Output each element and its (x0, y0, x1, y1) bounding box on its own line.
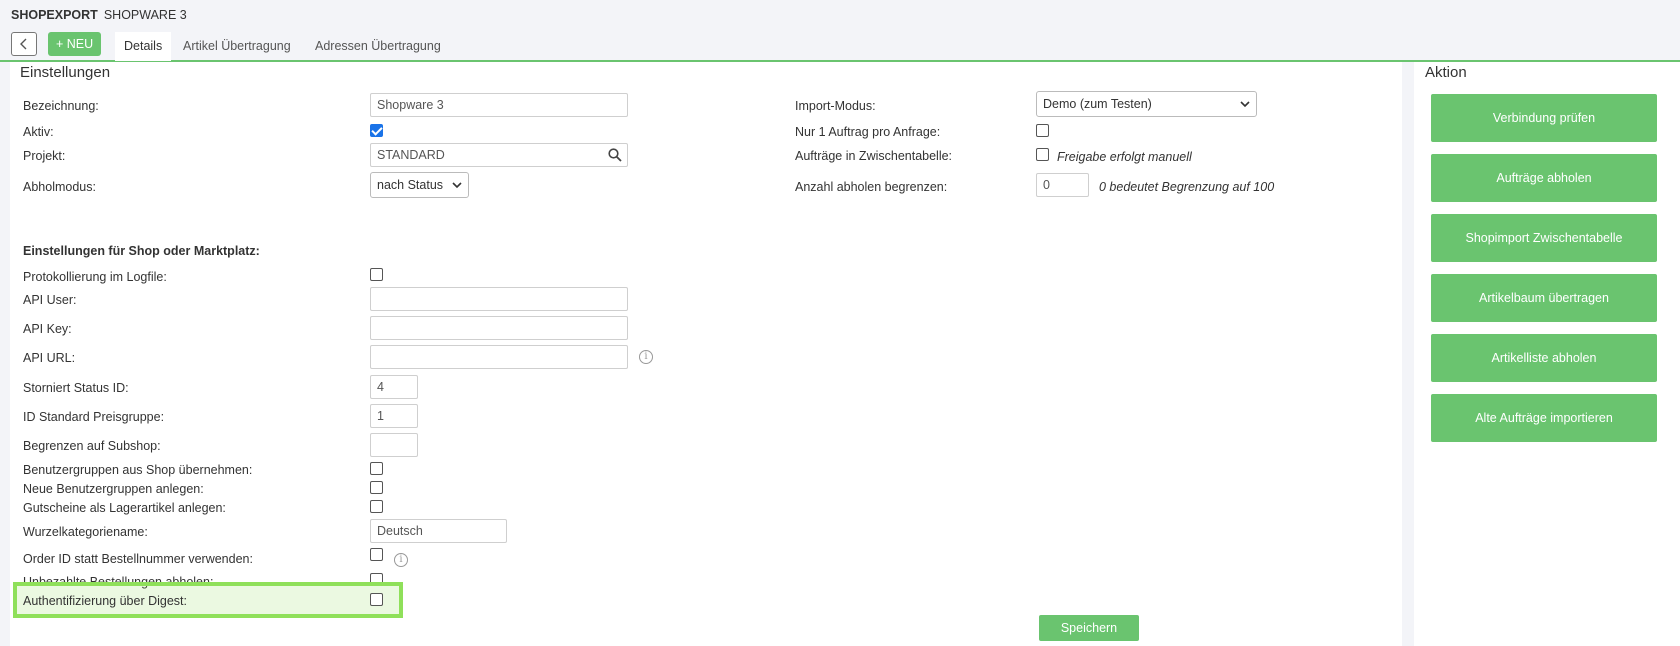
top-bar: SHOPEXPORT SHOPWARE 3 + NEU Details Artik… (0, 0, 1680, 62)
app-title: SHOPEXPORT (11, 8, 98, 22)
zwischentabelle-label: Aufträge in Zwischentabelle: (795, 149, 953, 163)
wurzel-label: Wurzelkategoriename: (23, 525, 148, 539)
abholmodus-label: Abholmodus: (23, 180, 96, 194)
import-modus-select[interactable]: Demo (zum Testen) (1036, 91, 1257, 117)
verbindung-pruefen-button[interactable]: Verbindung prüfen (1431, 94, 1657, 142)
protokollierung-label: Protokollierung im Logfile: (23, 270, 167, 284)
tab-artikel-uebertragung[interactable]: Artikel Übertragung (174, 32, 300, 61)
api-url-label: API URL: (23, 351, 76, 365)
alte-auftraege-importieren-button[interactable]: Alte Aufträge importieren (1431, 394, 1657, 442)
zwischentabelle-checkbox[interactable] (1036, 148, 1049, 161)
preisgruppe-label: ID Standard Preisgruppe: (23, 410, 165, 424)
api-user-label: API User: (23, 293, 77, 307)
gutscheine-checkbox[interactable] (370, 500, 383, 513)
neue-benutzergruppen-checkbox[interactable] (370, 481, 383, 494)
back-button[interactable] (11, 32, 37, 56)
brand: SHOPEXPORT SHOPWARE 3 (11, 8, 187, 22)
settings-title: Einstellungen (20, 64, 111, 81)
artikelbaum-uebertragen-button[interactable]: Artikelbaum übertragen (1431, 274, 1657, 322)
order-id-checkbox[interactable] (370, 548, 383, 561)
abholmodus-select[interactable]: nach Status (370, 172, 469, 198)
bezeichnung-input[interactable] (370, 93, 628, 117)
gutscheine-label: Gutscheine als Lagerartikel anlegen: (23, 501, 226, 515)
nur1-checkbox[interactable] (1036, 124, 1049, 137)
info-icon[interactable]: i (394, 553, 408, 567)
save-button[interactable]: Speichern (1039, 615, 1139, 641)
tab-details[interactable]: Details (115, 32, 172, 61)
new-button[interactable]: + NEU (48, 32, 102, 56)
shopimport-zwischentabelle-button[interactable]: Shopimport Zwischentabelle (1431, 214, 1657, 262)
chevron-down-icon (452, 182, 462, 189)
benutzergruppen-label: Benutzergruppen aus Shop übernehmen: (23, 463, 253, 477)
wurzel-input[interactable] (370, 519, 507, 543)
api-url-input[interactable] (370, 345, 628, 369)
anzahl-input[interactable] (1036, 173, 1089, 197)
projekt-label: Projekt: (23, 149, 66, 163)
nur1-label: Nur 1 Auftrag pro Anfrage: (795, 125, 941, 139)
protokollierung-checkbox[interactable] (370, 268, 383, 281)
artikelliste-abholen-button[interactable]: Artikelliste abholen (1431, 334, 1657, 382)
bezeichnung-label: Bezeichnung: (23, 99, 99, 113)
digest-checkbox[interactable] (370, 593, 383, 606)
aktiv-label: Aktiv: (23, 125, 54, 139)
zwischentabelle-note: Freigabe erfolgt manuell (1057, 150, 1192, 164)
info-icon[interactable]: i (639, 350, 653, 364)
neue-benutzergruppen-label: Neue Benutzergruppen anlegen: (23, 482, 204, 496)
abholmodus-value: nach Status (377, 178, 444, 192)
api-key-label: API Key: (23, 322, 72, 336)
storniert-input[interactable] (370, 375, 418, 399)
search-icon[interactable] (608, 148, 622, 162)
chevron-down-icon (1240, 101, 1250, 108)
aktiv-checkbox[interactable] (370, 124, 383, 137)
order-id-label: Order ID statt Bestellnummer verwenden: (23, 552, 253, 566)
action-title: Aktion (1425, 64, 1467, 81)
subshop-label: Begrenzen auf Subshop: (23, 439, 161, 453)
shop-section-heading: Einstellungen für Shop oder Marktplatz: (23, 244, 260, 258)
benutzergruppen-checkbox[interactable] (370, 462, 383, 475)
api-user-input[interactable] (370, 287, 628, 311)
tab-adressen-uebertragung[interactable]: Adressen Übertragung (306, 32, 450, 61)
anzahl-note: 0 bedeutet Begrenzung auf 100 (1099, 180, 1275, 194)
app-subtitle: SHOPWARE 3 (103, 8, 187, 22)
api-key-input[interactable] (370, 316, 628, 340)
auftraege-abholen-button[interactable]: Aufträge abholen (1431, 154, 1657, 202)
digest-label: Authentifizierung über Digest: (23, 594, 187, 608)
chevron-left-icon (20, 38, 27, 50)
storniert-label: Storniert Status ID: (23, 381, 129, 395)
import-modus-value: Demo (zum Testen) (1043, 97, 1152, 111)
anzahl-label: Anzahl abholen begrenzen: (795, 180, 948, 194)
preisgruppe-input[interactable] (370, 404, 418, 428)
subshop-input[interactable] (370, 433, 418, 457)
import-modus-label: Import-Modus: (795, 99, 876, 113)
projekt-input[interactable] (370, 143, 628, 167)
